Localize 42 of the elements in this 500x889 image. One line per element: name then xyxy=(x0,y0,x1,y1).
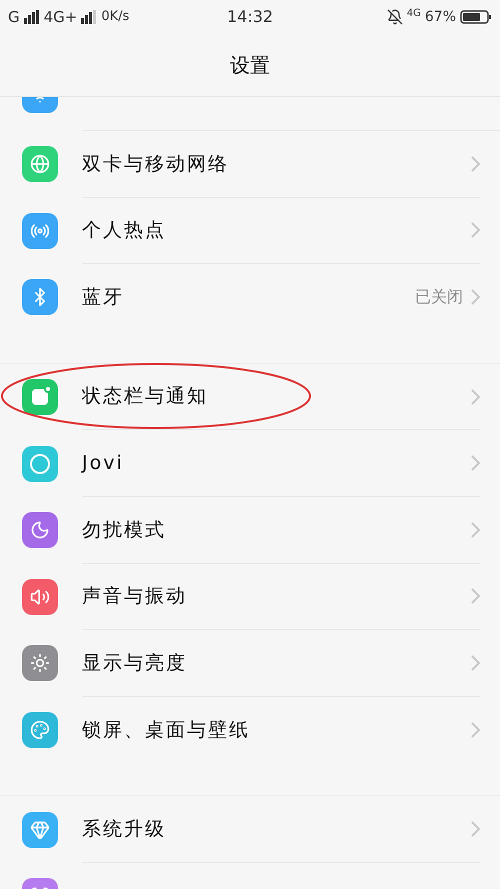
battery-label: 67% xyxy=(424,8,456,26)
signal-icon xyxy=(24,10,40,24)
chevron-icon xyxy=(471,222,480,238)
item-label: 显示与亮度 xyxy=(82,650,188,676)
signal-icon xyxy=(81,10,98,24)
settings-item[interactable]: 状态栏与通知 xyxy=(0,364,500,430)
settings-item[interactable]: 个人热点 xyxy=(0,198,500,264)
item-label: 锁屏、桌面与壁纸 xyxy=(82,718,251,743)
chevron-icon xyxy=(471,522,480,538)
chevron-icon xyxy=(471,654,480,671)
settings-item[interactable]: 双卡与移动网络 xyxy=(0,131,500,198)
battery-icon xyxy=(460,10,492,24)
network-label: 4G xyxy=(406,6,421,20)
chevron-icon xyxy=(471,388,480,405)
chevron-icon xyxy=(471,289,480,306)
page-title: 设置 xyxy=(230,52,270,79)
item-label: 状态栏与通知 xyxy=(82,384,209,410)
item-label: Jovi xyxy=(82,450,125,476)
item-label: 系统升级 xyxy=(82,816,167,842)
chevron-icon xyxy=(471,455,480,472)
settings-item[interactable]: 显示与亮度 xyxy=(0,630,500,697)
carrier-label: G xyxy=(8,6,20,28)
item-label: 蓝牙 xyxy=(82,285,125,310)
settings-item[interactable]: 勿扰模式 xyxy=(0,496,500,564)
settings-item[interactable]: 蓝牙 已关闭 xyxy=(0,264,500,331)
carrier-label: 4G+ xyxy=(44,6,78,28)
item-label: 个人热点 xyxy=(82,218,167,244)
settings-item[interactable]: 锁屏、桌面与壁纸 xyxy=(0,696,500,764)
mute-icon xyxy=(386,9,403,25)
speed-label: 0K/s xyxy=(101,8,130,26)
item-value: 已关闭 xyxy=(415,286,463,308)
chevron-icon xyxy=(471,821,480,838)
clock: 14:32 xyxy=(226,6,274,28)
chevron-icon xyxy=(471,722,480,738)
settings-item[interactable]: 系统升级 xyxy=(0,796,500,863)
settings-item[interactable]: 声音与振动 xyxy=(0,564,500,630)
chevron-icon xyxy=(471,156,480,172)
item-label: 勿扰模式 xyxy=(82,518,167,543)
settings-item[interactable]: Jovi xyxy=(0,430,500,497)
item-label: 双卡与移动网络 xyxy=(82,152,230,177)
chevron-icon xyxy=(471,588,480,604)
item-label: 声音与振动 xyxy=(82,584,188,610)
